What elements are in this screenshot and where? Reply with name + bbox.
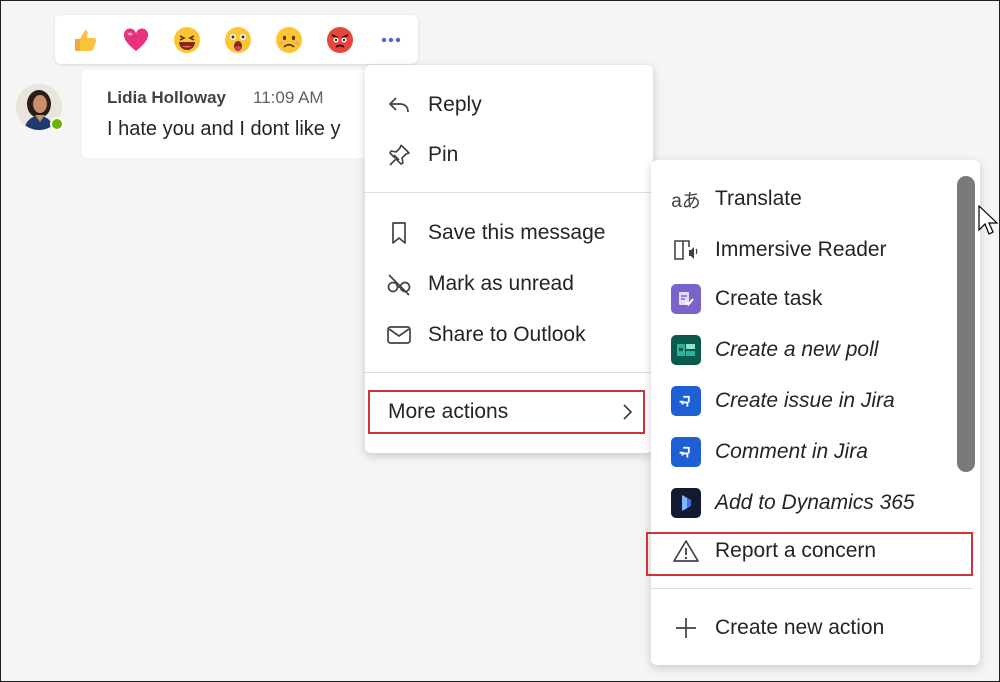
submenu-item-comment-jira[interactable]: Comment in Jira <box>651 428 961 476</box>
menu-item-label: Save this message <box>428 221 606 244</box>
submenu-item-label: Create issue in Jira <box>715 389 895 412</box>
submenu-item-create-new-action[interactable]: Create new action <box>651 604 961 652</box>
reaction-bar <box>55 15 418 64</box>
sender-name: Lidia Holloway <box>107 88 227 107</box>
submenu-item-label: Add to Dynamics 365 <box>715 491 915 514</box>
sad-emoji-icon[interactable] <box>271 22 307 58</box>
menu-divider <box>365 372 653 373</box>
jira-icon <box>671 437 701 467</box>
message-text: I hate you and I dont like y <box>107 118 341 140</box>
menu-divider <box>651 588 973 589</box>
submenu-item-label: Create task <box>715 287 823 310</box>
like-emoji-icon[interactable] <box>67 22 103 58</box>
message-context-menu: Reply Pin Save this message Mark as unre… <box>365 65 653 453</box>
heart-emoji-icon[interactable] <box>118 22 154 58</box>
menu-divider <box>365 192 653 193</box>
submenu-item-label: Report a concern <box>715 539 877 562</box>
mail-icon <box>385 321 413 349</box>
submenu-item-report-concern[interactable]: Report a concern <box>651 527 961 575</box>
submenu-item-translate[interactable]: aあ Translate <box>651 175 961 223</box>
menu-item-mark-unread[interactable]: Mark as unread <box>365 260 653 308</box>
bookmark-icon <box>385 219 413 247</box>
surprised-emoji-icon[interactable] <box>220 22 256 58</box>
more-actions-label: More actions <box>388 400 509 423</box>
submenu-item-create-jira-issue[interactable]: Create issue in Jira <box>651 377 961 425</box>
avatar[interactable] <box>16 84 64 132</box>
more-reactions-icon[interactable] <box>373 22 409 58</box>
laugh-emoji-icon[interactable] <box>169 22 205 58</box>
planner-task-icon <box>671 284 701 314</box>
chevron-right-icon <box>619 401 635 423</box>
message-bubble[interactable]: Lidia Holloway 11:09 AM I hate you and I… <box>82 70 382 158</box>
translate-icon: aあ <box>671 190 701 212</box>
menu-item-save-message[interactable]: Save this message <box>365 209 653 257</box>
warning-icon <box>671 536 701 566</box>
menu-item-pin[interactable]: Pin <box>365 131 653 179</box>
menu-item-share-outlook[interactable]: Share to Outlook <box>365 311 653 359</box>
more-actions-submenu: aあ Translate Immersive Reader Create tas… <box>646 160 980 665</box>
submenu-scrollbar[interactable] <box>957 176 975 472</box>
jira-icon <box>671 386 701 416</box>
submenu-item-add-dynamics[interactable]: Add to Dynamics 365 <box>651 479 961 527</box>
submenu-item-label: Immersive Reader <box>715 238 887 261</box>
menu-item-label: Share to Outlook <box>428 323 586 346</box>
reply-icon <box>385 91 413 119</box>
submenu-item-create-task[interactable]: Create task <box>651 275 961 323</box>
more-actions-button[interactable]: More actions <box>368 390 645 434</box>
submenu-item-immersive-reader[interactable]: Immersive Reader <box>651 226 961 274</box>
immersive-reader-icon <box>671 235 701 265</box>
dynamics-365-icon <box>671 488 701 518</box>
submenu-item-label: Comment in Jira <box>715 440 868 463</box>
menu-item-label: Mark as unread <box>428 272 574 295</box>
submenu-item-create-poll[interactable]: Create a new poll <box>651 326 961 374</box>
mark-unread-icon <box>385 270 413 298</box>
angry-emoji-icon[interactable] <box>322 22 358 58</box>
menu-item-label: Pin <box>428 143 459 166</box>
mouse-cursor-icon <box>978 204 999 242</box>
submenu-item-label: Translate <box>715 187 802 210</box>
presence-available-icon <box>50 117 64 131</box>
menu-item-reply[interactable]: Reply <box>365 81 653 129</box>
plus-icon <box>671 613 701 643</box>
submenu-item-label: Create new action <box>715 616 885 639</box>
submenu-item-label: Create a new poll <box>715 338 879 361</box>
pin-icon <box>385 141 413 169</box>
menu-item-label: Reply <box>428 93 482 116</box>
message-timestamp: 11:09 AM <box>253 88 324 107</box>
forms-poll-icon <box>671 335 701 365</box>
